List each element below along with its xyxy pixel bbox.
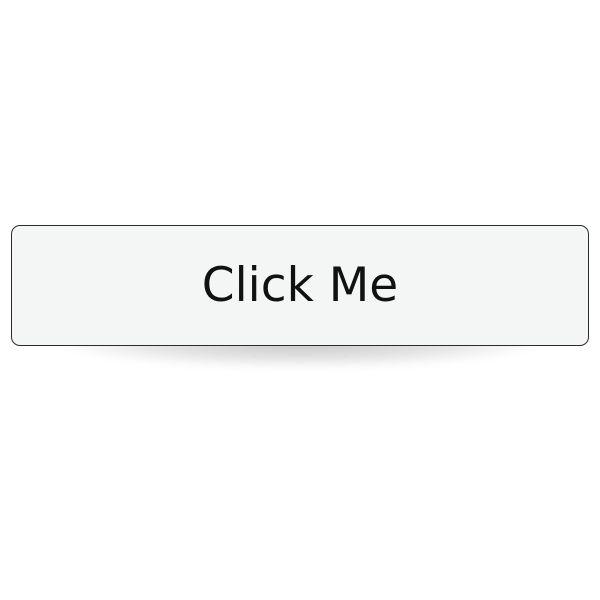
click-me-button[interactable]: Click Me bbox=[11, 225, 589, 346]
button-label: Click Me bbox=[201, 258, 399, 313]
page: Click Me bbox=[0, 0, 600, 600]
